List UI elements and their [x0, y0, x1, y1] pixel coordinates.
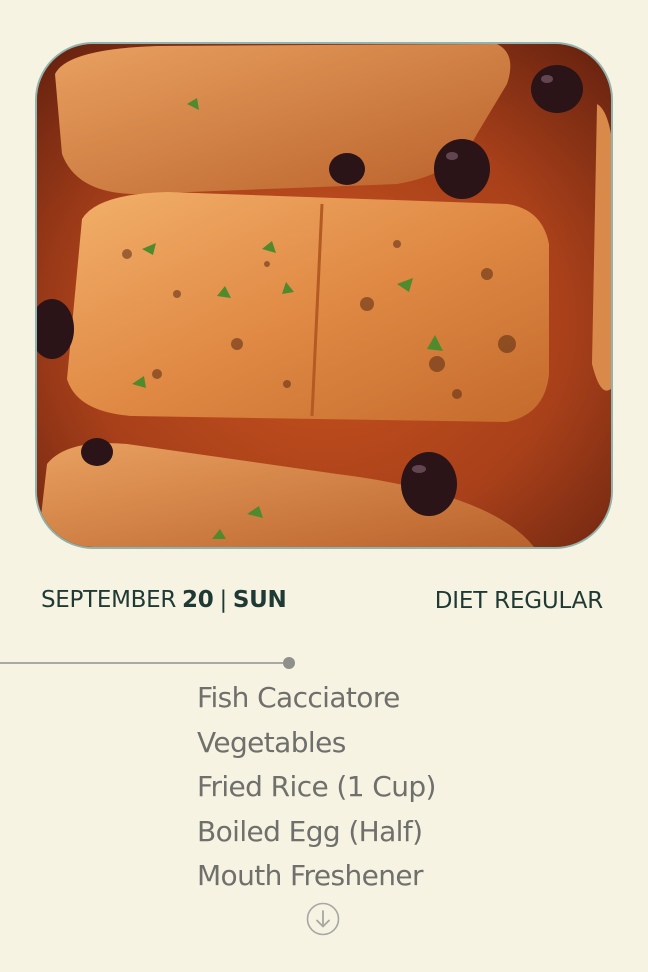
- date-month: SEPTEMBER: [41, 587, 177, 613]
- timeline-line: [0, 662, 289, 664]
- menu-item: Vegetables: [197, 725, 346, 759]
- date-weekday: SUN: [232, 587, 287, 613]
- date-separator: |: [219, 587, 227, 613]
- menu-list: Fish Cacciatore Vegetables Fried Rice (1…: [197, 676, 436, 899]
- date-day: 20: [182, 587, 214, 613]
- meal-image: [35, 42, 613, 549]
- salmon-photo: [37, 44, 611, 547]
- arrow-down-circle-icon: [306, 902, 340, 936]
- timeline-dot: [283, 657, 295, 669]
- menu-item: Boiled Egg (Half): [197, 814, 423, 848]
- diet-label: DIET REGULAR: [434, 588, 603, 614]
- date-display: SEPTEMBER 20 | SUN: [41, 587, 287, 613]
- menu-item: Mouth Freshener: [197, 859, 424, 892]
- menu-item: Fish Cacciatore: [197, 681, 400, 714]
- menu-item: Fried Rice (1 Cup): [197, 770, 436, 803]
- scroll-down-button[interactable]: [306, 902, 340, 936]
